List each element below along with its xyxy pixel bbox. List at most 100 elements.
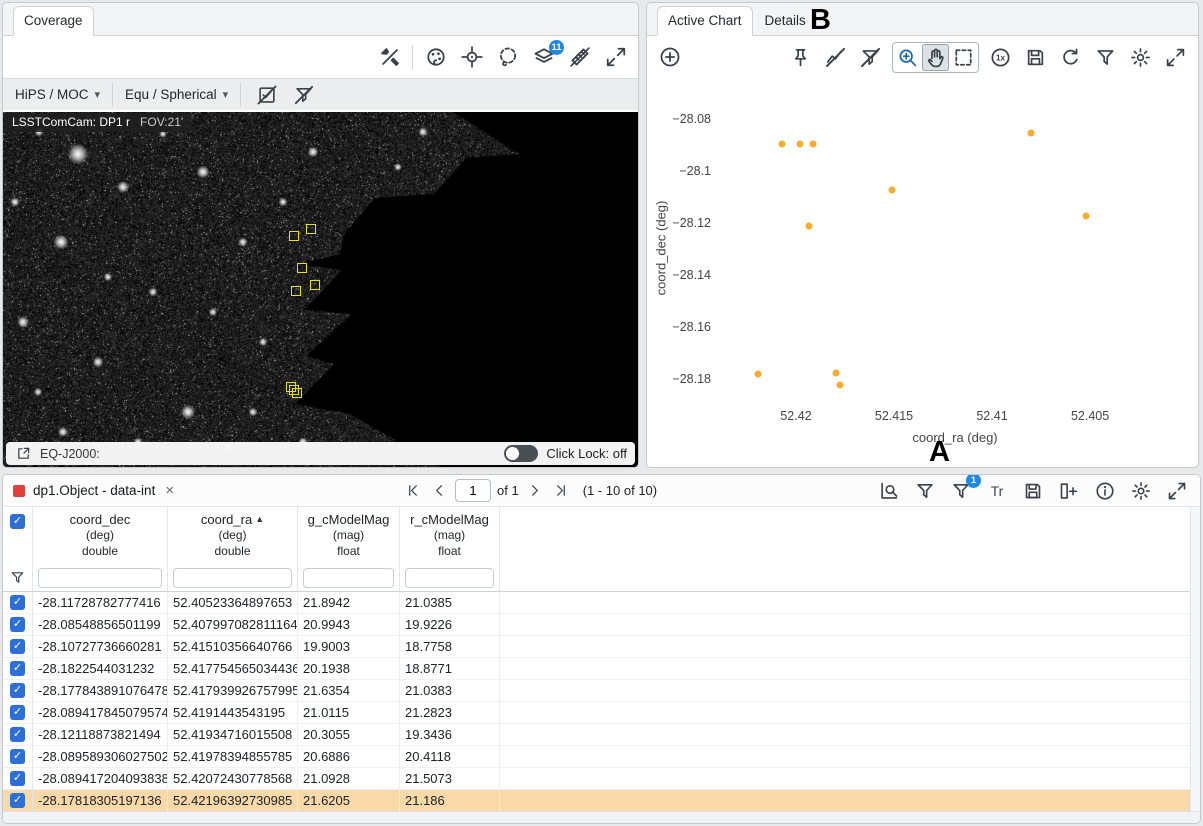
scatter-point[interactable] xyxy=(1082,213,1089,220)
scatter-point[interactable] xyxy=(797,140,804,147)
row-checkbox[interactable]: ✓ xyxy=(10,705,25,720)
scatter-point[interactable] xyxy=(809,140,816,147)
source-marker[interactable] xyxy=(306,224,316,234)
zoom-1x-icon[interactable]: 1x xyxy=(987,44,1014,71)
sky-image-viewer[interactable]: LSSTComCam: DP1 r FOV:21' EQ-J2000: Click… xyxy=(3,112,638,467)
unfilter-icon[interactable] xyxy=(290,81,317,108)
zoom-in-icon[interactable] xyxy=(894,44,921,71)
hips-moc-dropdown[interactable]: HiPS / MOC ▾ xyxy=(15,87,100,102)
source-marker[interactable] xyxy=(289,231,299,241)
sky-canvas[interactable] xyxy=(3,112,638,468)
text-view-icon[interactable]: Tr xyxy=(983,477,1010,504)
expand-icon[interactable] xyxy=(602,44,629,71)
filter-gutter-icon[interactable] xyxy=(3,564,33,591)
filter-input-r_cModelMag[interactable] xyxy=(405,568,494,588)
table-row[interactable]: ✓ -28.177843891076478 52.417939926757995 21… xyxy=(3,680,1190,702)
box-select-icon[interactable] xyxy=(950,44,977,71)
pan-icon[interactable] xyxy=(922,44,949,71)
vertical-scrollbar[interactable] xyxy=(1190,507,1200,811)
click-lock-toggle[interactable] xyxy=(504,445,538,462)
filter-input-g_cModelMag[interactable] xyxy=(303,568,394,588)
funnel-icon[interactable] xyxy=(1092,44,1119,71)
source-marker[interactable] xyxy=(291,286,301,296)
last-page-button[interactable] xyxy=(551,481,571,501)
scatter-point[interactable] xyxy=(837,381,844,388)
column-header-coord_dec[interactable]: coord_dec (deg) double xyxy=(33,507,168,564)
palette-icon[interactable] xyxy=(422,44,449,71)
restore-icon[interactable] xyxy=(1057,44,1084,71)
scatter-point[interactable] xyxy=(1028,130,1035,137)
tab-active-chart[interactable]: Active Chart xyxy=(657,6,753,36)
unfilter-icon[interactable] xyxy=(857,44,884,71)
source-marker[interactable] xyxy=(297,263,307,273)
settings-icon[interactable] xyxy=(1127,44,1154,71)
column-header-coord_ra[interactable]: coord_ra ▲ (deg) double xyxy=(168,507,298,564)
save-icon[interactable] xyxy=(1022,44,1049,71)
table-close-button[interactable]: × xyxy=(165,482,174,499)
select-all-checkbox[interactable]: ✓ xyxy=(10,514,25,529)
row-checkbox[interactable]: ✓ xyxy=(10,771,25,786)
click-lock-label: Click Lock: off xyxy=(546,446,627,461)
settings-icon[interactable] xyxy=(1127,477,1154,504)
row-checkbox[interactable]: ✓ xyxy=(10,617,25,632)
tools-icon[interactable] xyxy=(376,44,403,71)
table-row[interactable]: ✓ -28.089417845079574 52.4191443543195 21.0… xyxy=(3,702,1190,724)
scatter-point[interactable] xyxy=(833,370,840,377)
first-page-button[interactable] xyxy=(403,481,423,501)
expand-icon[interactable] xyxy=(1162,44,1189,71)
filter-input-coord_dec[interactable] xyxy=(38,568,162,588)
scatter-plot[interactable] xyxy=(719,96,1191,401)
add-chart-icon[interactable] xyxy=(656,44,683,71)
recenter-icon[interactable] xyxy=(458,44,485,71)
table-row[interactable]: ✓ -28.089589306027502 52.41978394855785 20.… xyxy=(3,746,1190,768)
row-checkbox[interactable]: ✓ xyxy=(10,595,25,610)
scatter-point[interactable] xyxy=(889,186,896,193)
row-checkbox[interactable]: ✓ xyxy=(10,661,25,676)
table-row[interactable]: ✓ -28.10727736660281 52.41510356640766 19.9… xyxy=(3,636,1190,658)
table-row[interactable]: ✓ -28.12118873821494 52.41934716015508 20.3… xyxy=(3,724,1190,746)
table-cell: 18.8771 xyxy=(400,658,500,679)
pin-icon[interactable] xyxy=(787,44,814,71)
lasso-icon[interactable] xyxy=(494,44,521,71)
chart-area[interactable]: coord_dec (deg) coord_ra (deg) A −28.08−… xyxy=(647,78,1198,467)
next-page-button[interactable] xyxy=(525,481,545,501)
table-cell: 20.6886 xyxy=(298,746,400,767)
expand-icon[interactable] xyxy=(1163,477,1190,504)
filter-input-coord_ra[interactable] xyxy=(173,568,292,588)
row-checkbox[interactable]: ✓ xyxy=(10,749,25,764)
scatter-point[interactable] xyxy=(805,223,812,230)
funnel-icon[interactable] xyxy=(911,477,938,504)
horizontal-scrollbar[interactable] xyxy=(3,811,1200,823)
info-icon[interactable] xyxy=(1091,477,1118,504)
open-new-icon[interactable] xyxy=(14,445,32,463)
svg-text:1x: 1x xyxy=(996,53,1006,62)
unselect-icon[interactable] xyxy=(253,81,280,108)
row-checkbox[interactable]: ✓ xyxy=(10,639,25,654)
tab-details[interactable]: Details xyxy=(755,7,816,35)
add-column-icon[interactable] xyxy=(1055,477,1082,504)
projection-dropdown[interactable]: Equ / Spherical ▾ xyxy=(125,87,228,102)
save-icon[interactable] xyxy=(1019,477,1046,504)
source-marker[interactable] xyxy=(310,280,320,290)
source-marker[interactable] xyxy=(289,385,299,395)
table-row[interactable]: ✓ -28.089417204093838 52.42072430778568 21.… xyxy=(3,768,1190,790)
trace-off-icon[interactable] xyxy=(822,44,849,71)
table-row[interactable]: ✓ -28.1822544031232 52.417754565034436 20.1… xyxy=(3,658,1190,680)
page-input[interactable] xyxy=(455,479,491,502)
show-chart-icon[interactable] xyxy=(875,477,902,504)
layers-icon[interactable]: 11 xyxy=(530,44,557,71)
table-row[interactable]: ✓ -28.11728782777416 52.40523364897653 21.8… xyxy=(3,592,1190,614)
table-row[interactable]: ✓ -28.17818305197136 52.42196392730985 21.6… xyxy=(3,790,1190,811)
column-header-g_cModelMag[interactable]: g_cModelMag (mag) float xyxy=(298,507,400,564)
clear-filter-icon[interactable]: 1 xyxy=(947,477,974,504)
row-checkbox[interactable]: ✓ xyxy=(10,793,25,808)
row-checkbox[interactable]: ✓ xyxy=(10,727,25,742)
row-checkbox[interactable]: ✓ xyxy=(10,683,25,698)
scatter-point[interactable] xyxy=(778,140,785,147)
table-row[interactable]: ✓ -28.08548856501199 52.407997082811164 20.… xyxy=(3,614,1190,636)
column-header-r_cModelMag[interactable]: r_cModelMag (mag) float xyxy=(400,507,500,564)
scatter-point[interactable] xyxy=(754,371,761,378)
prev-page-button[interactable] xyxy=(429,481,449,501)
tab-coverage[interactable]: Coverage xyxy=(13,6,94,36)
measure-off-icon[interactable] xyxy=(566,44,593,71)
